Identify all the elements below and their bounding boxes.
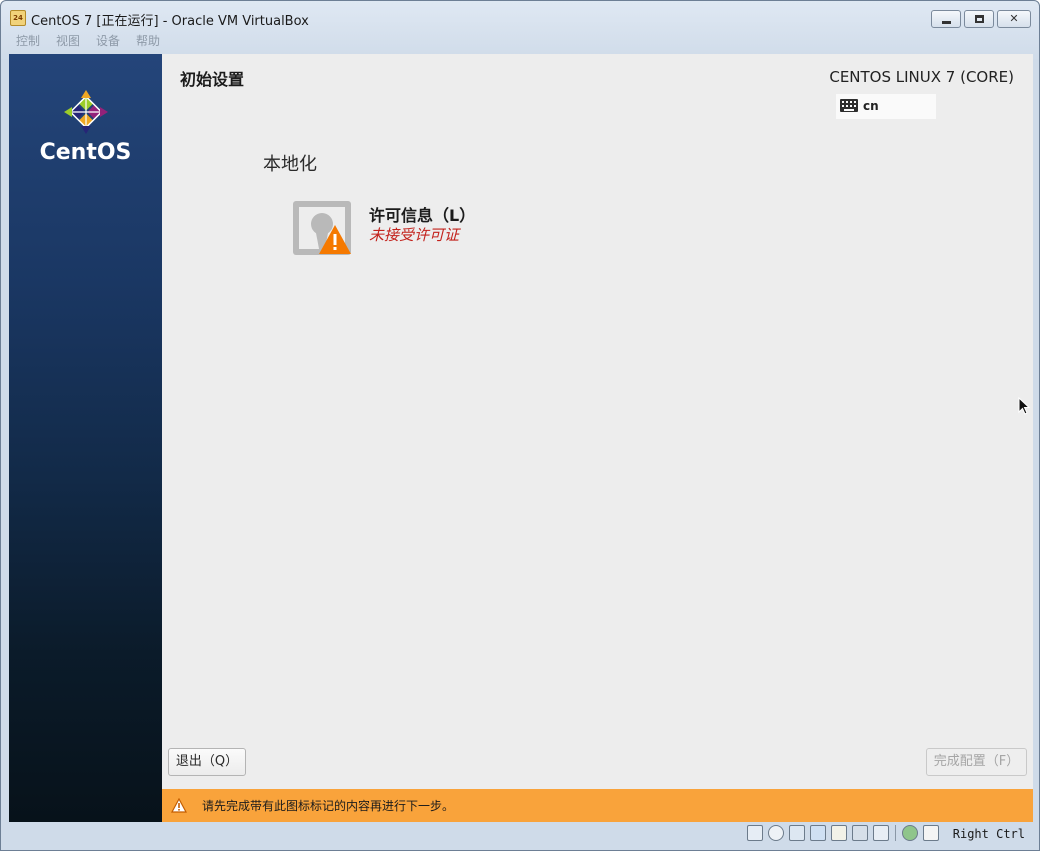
keyboard-icon (840, 99, 858, 112)
license-warning-icon (293, 201, 351, 255)
optical-disk-icon[interactable] (768, 825, 784, 841)
status-bar: Right Ctrl (8, 822, 1034, 851)
mouse-cursor-icon (1018, 397, 1030, 415)
warning-icon (171, 798, 187, 813)
recording-icon[interactable] (873, 825, 889, 841)
menu-bar: 控制 视图 设备 帮助 (8, 33, 1032, 53)
centos-logo-icon (64, 90, 108, 134)
sidebar: CentOS (9, 54, 162, 822)
usb-icon[interactable] (789, 825, 805, 841)
host-key-label[interactable]: Right Ctrl (953, 827, 1025, 841)
minimize-icon (942, 21, 951, 24)
license-spoke-name: 许可信息（L） (369, 206, 476, 225)
network-icon[interactable] (810, 825, 826, 841)
maximize-icon (975, 15, 984, 23)
window-title: CentOS 7 [正在运行] - Oracle VM VirtualBox (31, 14, 309, 29)
status-indicators (747, 825, 939, 841)
video-capture-icon[interactable] (852, 825, 868, 841)
status-separator (895, 825, 896, 841)
virtualbox-window: 24 CentOS 7 [正在运行] - Oracle VM VirtualBo… (0, 0, 1040, 851)
menu-control[interactable]: 控制 (8, 33, 48, 53)
minimize-button[interactable] (931, 10, 961, 28)
license-spoke-status: 未接受许可证 (369, 226, 460, 244)
keyboard-layout-indicator[interactable]: cn (836, 94, 936, 119)
maximize-button[interactable] (964, 10, 994, 28)
close-button[interactable]: ✕ (997, 10, 1031, 28)
virtualbox-app-icon: 24 (10, 10, 26, 26)
warning-bar: 请先完成带有此图标标记的内容再进行下一步。 (162, 789, 1033, 822)
finish-configuration-button[interactable]: 完成配置（F） (926, 748, 1027, 776)
vm-screen[interactable]: CentOS 初始设置 CENTOS LINUX 7 (CORE) cn 本地化 (9, 54, 1033, 822)
menu-devices[interactable]: 设备 (88, 33, 128, 53)
distribution-name: CENTOS LINUX 7 (CORE) (829, 68, 1014, 86)
warning-text: 请先完成带有此图标标记的内容再进行下一步。 (202, 799, 455, 813)
section-title-localization: 本地化 (263, 154, 317, 175)
centos-logo-text: CentOS (39, 140, 132, 165)
menu-help[interactable]: 帮助 (128, 33, 168, 53)
keyboard-layout-label: cn (863, 99, 879, 113)
virtualization-icon[interactable] (902, 825, 918, 841)
close-icon: ✕ (1009, 12, 1019, 25)
hard-disk-icon[interactable] (747, 825, 763, 841)
window-controls: ✕ (931, 10, 1031, 28)
page-title: 初始设置 (180, 70, 245, 89)
title-bar[interactable]: 24 CentOS 7 [正在运行] - Oracle VM VirtualBo… (1, 1, 1039, 33)
mouse-integration-icon[interactable] (923, 825, 939, 841)
license-spoke[interactable]: 许可信息（L） 未接受许可证 (291, 199, 521, 259)
quit-button[interactable]: 退出（Q） (168, 748, 246, 776)
shared-folder-icon[interactable] (831, 825, 847, 841)
menu-view[interactable]: 视图 (48, 33, 88, 53)
